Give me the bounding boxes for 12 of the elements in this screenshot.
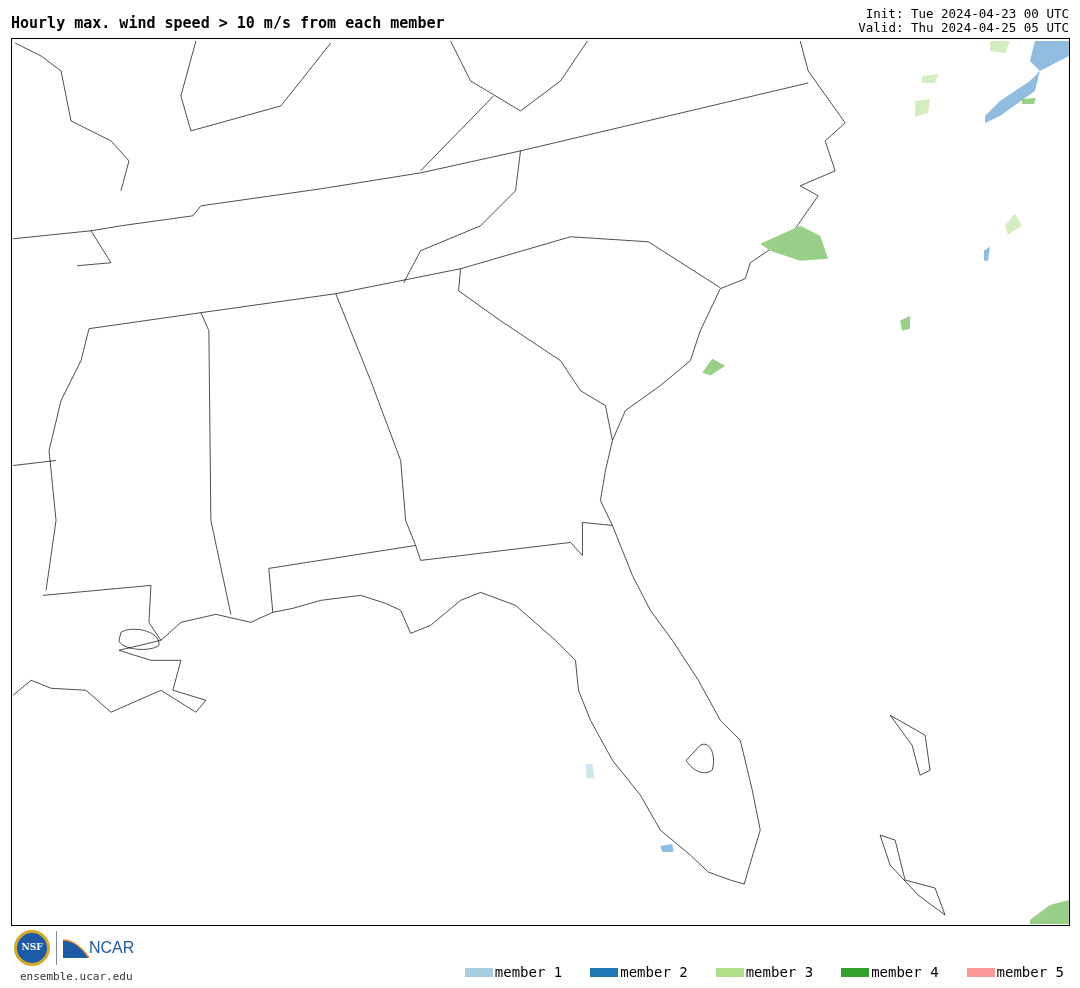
legend-label: member 3	[745, 962, 814, 982]
legend-label: member 4	[871, 962, 939, 982]
nsf-logo: NSF	[14, 930, 50, 966]
ncar-swoosh-icon	[63, 938, 89, 958]
legend-label: member 2	[620, 962, 688, 982]
website-url: ensemble.ucar.edu	[20, 969, 133, 985]
ncar-logo-text: NCAR	[89, 938, 135, 958]
legend-label: member 1	[494, 962, 563, 982]
legend-label: member 5	[996, 962, 1064, 982]
init-time: Init: Tue 2024-04-23 00 UTC	[865, 7, 1069, 21]
valid-time: Valid: Thu 2024-04-25 05 UTC	[858, 21, 1069, 35]
map-title: Hourly max. wind speed > 10 m/s from each member	[11, 14, 445, 32]
